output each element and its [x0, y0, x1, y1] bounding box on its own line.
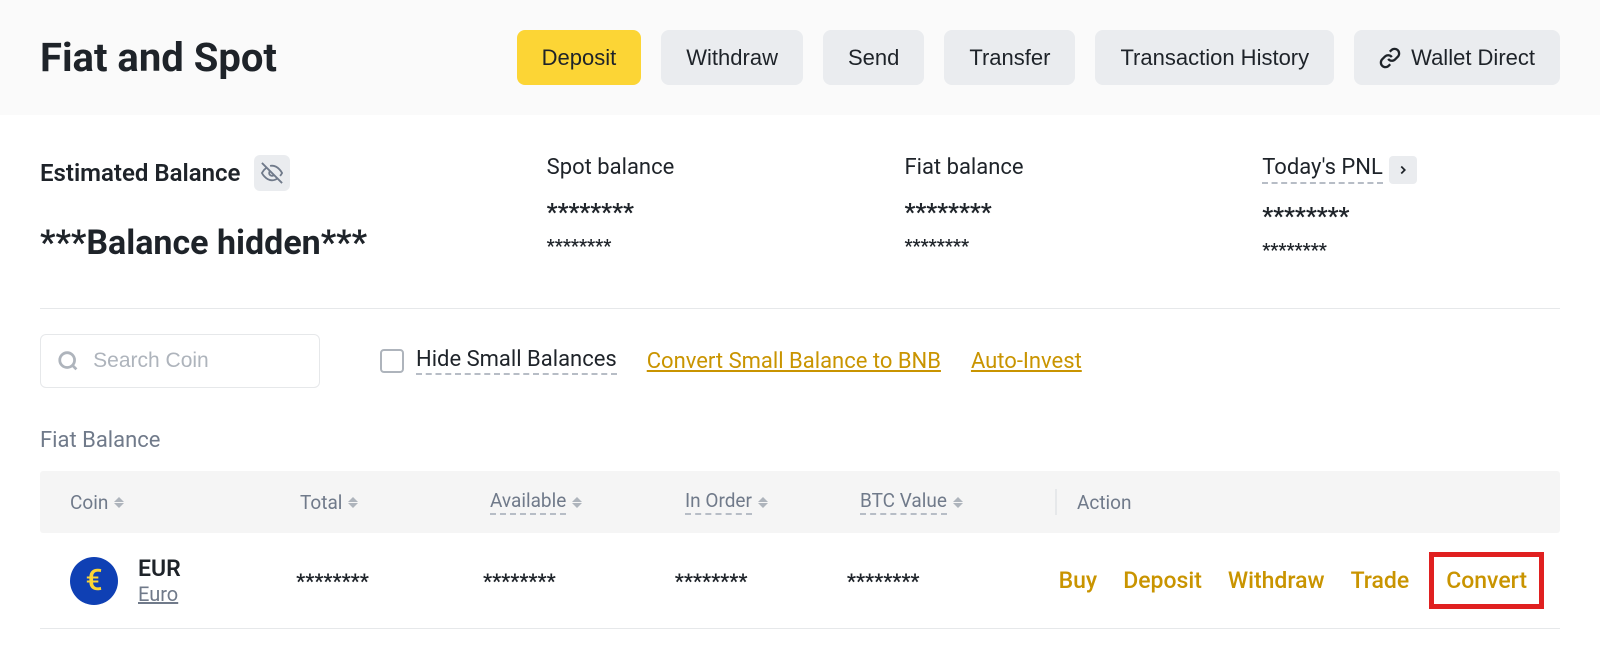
action-deposit[interactable]: Deposit [1123, 567, 1202, 594]
fiat-balance-label: Fiat balance [904, 155, 1202, 180]
sort-icon [758, 497, 768, 508]
search-input[interactable] [93, 349, 303, 373]
hide-small-balances-label: Hide Small Balances [416, 347, 617, 375]
balance-summary: Estimated Balance ***Balance hidden*** S… [40, 155, 1560, 263]
auto-invest-link[interactable]: Auto-Invest [971, 349, 1082, 374]
header-actions: Deposit Withdraw Send Transfer Transacti… [517, 30, 1560, 85]
fiat-balance-secondary: ******** [904, 236, 1202, 257]
pnl-primary: ******** [1262, 202, 1560, 230]
action-trade[interactable]: Trade [1351, 567, 1410, 594]
sort-icon [953, 497, 963, 508]
todays-pnl-label[interactable]: Today's PNL [1262, 155, 1383, 184]
euro-icon: € [70, 557, 118, 605]
estimated-balance-value: ***Balance hidden*** [40, 223, 487, 263]
fiat-balance-section-label: Fiat Balance [40, 428, 1560, 453]
table-header: Coin Total Available In Order BTC Value … [40, 471, 1560, 533]
action-buy[interactable]: Buy [1059, 567, 1098, 594]
col-header-in-order[interactable]: In Order [685, 489, 860, 515]
wallet-direct-button[interactable]: Wallet Direct [1354, 30, 1560, 85]
send-button[interactable]: Send [823, 30, 924, 85]
deposit-button[interactable]: Deposit [517, 30, 642, 85]
coin-symbol: EUR [138, 555, 181, 582]
pnl-secondary: ******** [1262, 240, 1560, 261]
sort-icon [114, 497, 124, 508]
action-withdraw[interactable]: Withdraw [1228, 567, 1325, 594]
toggle-balance-visibility-button[interactable] [254, 155, 290, 191]
table-row: € EUR Euro ******** ******** ******** **… [40, 533, 1560, 629]
sort-icon [572, 497, 582, 508]
controls-row: Hide Small Balances Convert Small Balanc… [40, 334, 1560, 388]
cell-available: ******** [483, 569, 675, 593]
fiat-balance-primary: ******** [904, 198, 1202, 226]
spot-balance-secondary: ******** [547, 236, 845, 257]
hide-small-balances-checkbox[interactable] [380, 349, 404, 373]
page-title: Fiat and Spot [40, 34, 277, 81]
withdraw-button[interactable]: Withdraw [661, 30, 803, 85]
link-icon [1379, 47, 1401, 69]
header-bar: Fiat and Spot Deposit Withdraw Send Tran… [0, 0, 1600, 115]
cell-in-order: ******** [675, 569, 847, 593]
spot-balance-label: Spot balance [547, 155, 845, 180]
col-header-action: Action [1055, 489, 1530, 515]
spot-balance-primary: ******** [547, 198, 845, 226]
col-header-total[interactable]: Total [300, 491, 490, 514]
search-icon [57, 348, 79, 374]
convert-highlight: Convert [1429, 552, 1544, 609]
search-box[interactable] [40, 334, 320, 388]
action-convert[interactable]: Convert [1446, 567, 1527, 594]
transfer-button[interactable]: Transfer [944, 30, 1075, 85]
divider [40, 308, 1560, 309]
transaction-history-button[interactable]: Transaction History [1095, 30, 1334, 85]
col-header-coin[interactable]: Coin [70, 491, 300, 514]
estimated-balance-label: Estimated Balance [40, 159, 240, 187]
eye-off-icon [261, 162, 283, 184]
coin-name[interactable]: Euro [138, 582, 181, 606]
cell-total: ******** [296, 569, 483, 593]
cell-btc-value: ******** [847, 569, 1039, 593]
sort-icon [348, 497, 358, 508]
convert-small-balance-link[interactable]: Convert Small Balance to BNB [647, 349, 941, 374]
pnl-expand-button[interactable] [1389, 156, 1417, 184]
chevron-right-icon [1396, 163, 1410, 177]
balances-table: Coin Total Available In Order BTC Value … [40, 471, 1560, 629]
col-header-btc-value[interactable]: BTC Value [860, 489, 1055, 515]
col-header-available[interactable]: Available [490, 489, 685, 515]
